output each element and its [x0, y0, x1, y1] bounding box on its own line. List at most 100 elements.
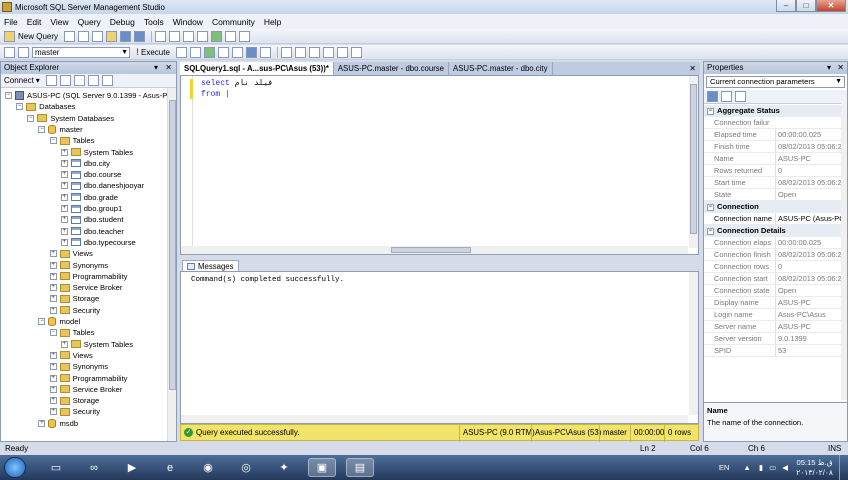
database-selector[interactable]: master ▼	[32, 46, 130, 58]
expand-icon[interactable]: +	[60, 205, 68, 212]
menu-window[interactable]: Window	[173, 17, 203, 27]
registered-servers-icon[interactable]	[155, 30, 167, 42]
parse-icon[interactable]	[203, 46, 215, 58]
expand-icon[interactable]: +	[49, 306, 57, 314]
expand-icon[interactable]: +	[60, 159, 68, 167]
property-row[interactable]: Display name ASUS-PC	[704, 297, 844, 309]
collapse-icon[interactable]: −	[49, 329, 57, 337]
results-to-file-icon[interactable]	[280, 46, 292, 58]
property-row[interactable]: Server version 9.0.1399	[704, 333, 844, 345]
tree-node[interactable]: + System Tables	[60, 147, 133, 158]
menu-help[interactable]: Help	[264, 17, 281, 27]
expand-icon[interactable]: +	[60, 148, 68, 156]
property-row[interactable]: Elapsed time 00:00:00.025	[704, 129, 844, 141]
expand-icon[interactable]: +	[60, 340, 68, 348]
query-options-icon[interactable]	[231, 46, 243, 58]
tree-node[interactable]: + dbo.typecourse	[60, 237, 136, 248]
tree-node[interactable]: + Service Broker	[49, 282, 122, 293]
property-row[interactable]: Connection state Open	[704, 285, 844, 297]
close-icon[interactable]: ✕	[165, 62, 172, 74]
explorer-taskbar-icon[interactable]: ▭	[42, 458, 70, 477]
expand-icon[interactable]: +	[49, 272, 57, 280]
tree-node[interactable]: + msdb	[38, 418, 78, 429]
category-connection-details[interactable]: − Connection Details	[704, 225, 844, 237]
collapse-icon[interactable]: −	[38, 125, 46, 133]
tree-node[interactable]: + Synonyms	[49, 361, 108, 372]
analysis-query-icon[interactable]	[92, 30, 104, 42]
expand-icon[interactable]: +	[49, 284, 57, 292]
tab-sqlquery1[interactable]: SQLQuery1.sql - A...sus-PC\Asus (53))*	[180, 62, 334, 75]
tree-node[interactable]: + dbo.city	[60, 158, 110, 169]
ssms-taskbar-icon[interactable]: ▤	[346, 458, 374, 477]
template-explorer-icon[interactable]	[183, 30, 195, 42]
expand-icon[interactable]: +	[49, 250, 57, 258]
start-button[interactable]	[4, 457, 26, 478]
debug-icon[interactable]	[175, 46, 187, 58]
property-row[interactable]: Start time 08/02/2013 05:06:26 ك	[704, 177, 844, 189]
property-pages-icon[interactable]	[735, 91, 746, 102]
collapse-icon[interactable]: −	[5, 92, 12, 99]
collapse-icon[interactable]: −	[27, 114, 35, 122]
database-engine-query-icon[interactable]	[78, 30, 90, 42]
connect-icon[interactable]	[4, 46, 15, 58]
specify-template-values-icon[interactable]	[350, 46, 362, 58]
expand-icon[interactable]: +	[49, 374, 57, 382]
messages-horizontal-scrollbar[interactable]	[181, 415, 688, 423]
editor-horizontal-scrollbar[interactable]	[181, 246, 688, 254]
tree-node[interactable]: − Tables	[49, 135, 95, 146]
new-file-icon[interactable]	[64, 30, 76, 42]
open-file-icon[interactable]	[106, 30, 118, 42]
property-row[interactable]: State Open	[704, 189, 844, 201]
collapse-icon[interactable]: −	[707, 107, 714, 115]
cancel-query-icon[interactable]	[189, 46, 201, 58]
menu-view[interactable]: View	[50, 17, 68, 27]
change-connection-icon[interactable]	[18, 46, 29, 58]
tree-node[interactable]: + Security	[49, 406, 100, 417]
tree-node[interactable]: + System Tables	[60, 339, 133, 350]
tree-node[interactable]: − master	[38, 124, 83, 135]
tree-node[interactable]: + Storage	[49, 395, 99, 406]
refresh-icon[interactable]	[101, 75, 113, 86]
chrome-taskbar-icon[interactable]: ◎	[232, 458, 260, 477]
expand-icon[interactable]: +	[49, 385, 57, 393]
decrease-indent-icon[interactable]	[322, 46, 334, 58]
expand-icon[interactable]: +	[49, 295, 57, 303]
firefox-taskbar-icon[interactable]: ◉	[194, 458, 222, 477]
media-player-taskbar-icon[interactable]: ▶	[118, 458, 146, 477]
tab-dbo-city[interactable]: ASUS-PC.master - dbo.city	[449, 62, 553, 75]
property-row[interactable]: Server name ASUS-PC	[704, 321, 844, 333]
tree-node[interactable]: + dbo.group1	[60, 203, 122, 214]
connect-dropdown[interactable]: Connect	[4, 76, 34, 85]
save-icon[interactable]	[120, 30, 132, 42]
minimize-button[interactable]: –	[776, 0, 796, 12]
alphabetical-icon[interactable]	[721, 91, 732, 102]
tree-node[interactable]: + dbo.course	[60, 169, 121, 180]
tree-node[interactable]: + dbo.student	[60, 214, 124, 225]
query-editor[interactable]: select فيلد نام from |	[180, 75, 699, 255]
video-taskbar-icon[interactable]: ▣	[308, 458, 336, 477]
uncomment-icon[interactable]	[308, 46, 320, 58]
tree-node[interactable]: + Service Broker	[49, 384, 122, 395]
property-row[interactable]: Connection start 08/02/2013 05:06:26 ك	[704, 273, 844, 285]
expand-icon[interactable]: +	[49, 363, 57, 371]
solution-explorer-icon[interactable]	[225, 30, 237, 42]
property-row[interactable]: Connection failur	[704, 117, 844, 129]
property-row[interactable]: Finish time 08/02/2013 05:06:26 ك	[704, 141, 844, 153]
app-taskbar-icon[interactable]: ✦	[270, 458, 298, 477]
results-to-text-icon[interactable]	[259, 46, 271, 58]
comment-icon[interactable]	[294, 46, 306, 58]
expand-icon[interactable]: +	[49, 397, 57, 405]
disconnect-icon[interactable]	[59, 75, 71, 86]
pin-icon[interactable]: ▾	[154, 62, 158, 74]
messages-vertical-scrollbar[interactable]	[689, 272, 698, 415]
menu-query[interactable]: Query	[78, 17, 101, 27]
property-row[interactable]: Connection elaps 00:00:00.025	[704, 237, 844, 249]
maximize-button[interactable]: □	[796, 0, 816, 12]
tree-node[interactable]: + Programmability	[49, 271, 127, 282]
tree-node[interactable]: − model	[38, 316, 80, 327]
tree-node[interactable]: − ASUS-PC (SQL Server 9.0.1399 - Asus-PC\…	[5, 90, 176, 101]
category-connection[interactable]: − Connection	[704, 201, 844, 213]
tree-node[interactable]: + dbo.grade	[60, 192, 118, 203]
properties-window-icon[interactable]	[197, 30, 209, 42]
tab-dbo-course[interactable]: ASUS-PC.master - dbo.course	[334, 62, 450, 75]
